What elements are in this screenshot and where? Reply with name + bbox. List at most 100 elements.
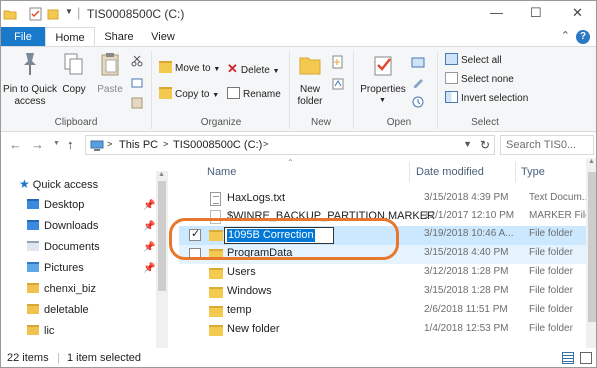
refresh-icon[interactable]: ↻: [480, 138, 490, 152]
nav-item-lic[interactable]: lic: [27, 321, 54, 341]
breadcrumb-drive[interactable]: TIS0008500C (C:): [173, 139, 262, 151]
pin-icon[interactable]: 📌: [143, 200, 155, 211]
paste-button[interactable]: Paste: [93, 51, 127, 96]
file-list-scrollbar-thumb[interactable]: [588, 172, 596, 322]
file-row[interactable]: New folder 1/4/2018 12:53 PM File folder: [179, 321, 589, 340]
scissors-icon[interactable]: [131, 55, 143, 67]
large-icons-view-icon[interactable]: [580, 352, 592, 364]
move-to-label: Move to: [175, 63, 211, 74]
pin-icon[interactable]: 📌: [143, 263, 155, 274]
nav-item-label: Documents: [44, 241, 100, 253]
copy-button[interactable]: Copy: [59, 51, 89, 96]
new-item-icon[interactable]: [331, 55, 345, 69]
recent-locations-icon[interactable]: ▼: [53, 140, 60, 147]
move-to-button[interactable]: Move to ▼: [159, 61, 220, 77]
column-header-date-modified[interactable]: Date modified: [416, 160, 516, 184]
edit-icon[interactable]: [411, 75, 425, 89]
file-row[interactable]: temp 2/6/2018 11:51 PM File folder: [179, 302, 589, 321]
address-dropdown-icon[interactable]: ▼: [463, 139, 472, 149]
file-row[interactable]: ProgramData 3/15/2018 4:40 PM File folde…: [179, 245, 589, 264]
select-all-button[interactable]: Select all: [445, 53, 502, 69]
collapse-ribbon-icon[interactable]: ⌃: [561, 29, 570, 42]
address-bar[interactable]: > This PC > TIS0008500C (C:) > ▼ ↻: [85, 135, 495, 155]
file-row[interactable]: Users 3/12/2018 1:28 PM File folder: [179, 264, 589, 283]
nav-item-downloads[interactable]: Downloads: [27, 216, 98, 236]
select-none-label: Select none: [461, 74, 514, 85]
back-arrow-icon[interactable]: ←: [9, 137, 22, 152]
tab-home[interactable]: Home: [45, 27, 95, 47]
details-view-icon[interactable]: [562, 352, 574, 364]
invert-selection-button[interactable]: Invert selection: [445, 91, 528, 107]
forward-arrow-icon[interactable]: →: [31, 137, 44, 152]
rename-button[interactable]: Rename: [227, 87, 281, 103]
quick-access[interactable]: ★ Quick access: [19, 174, 98, 194]
delete-button[interactable]: ✕ Delete ▼: [227, 61, 280, 77]
nav-item-pictures[interactable]: Pictures: [27, 258, 84, 278]
history-icon[interactable]: [411, 95, 425, 109]
selection-status: 1 item selected: [67, 352, 141, 364]
tab-share[interactable]: Share: [99, 27, 139, 47]
file-type: File folder: [529, 304, 573, 315]
nav-scrollbar-thumb[interactable]: [158, 181, 166, 291]
pin-icon[interactable]: 📌: [143, 221, 155, 232]
easy-access-icon[interactable]: [331, 77, 345, 91]
file-row-selected[interactable]: 1095B Correction 3/19/2018 10:46 A... Fi…: [179, 226, 589, 245]
new-folder-label: New folder: [297, 84, 323, 107]
help-icon[interactable]: ?: [576, 30, 590, 44]
file-type: File folder: [529, 247, 573, 258]
scroll-up-icon[interactable]: ▲: [158, 171, 165, 178]
file-row[interactable]: HaxLogs.txt 3/15/2018 4:39 PM Text Docum…: [179, 190, 590, 209]
pin-icon[interactable]: 📌: [143, 242, 155, 253]
nav-item-deletable[interactable]: deletable: [27, 300, 89, 320]
rename-input[interactable]: 1095B Correction: [224, 227, 334, 244]
up-arrow-icon[interactable]: ↑: [67, 137, 74, 152]
nav-item-label: deletable: [44, 304, 89, 316]
column-header-name[interactable]: Name: [207, 160, 407, 184]
scroll-up-icon[interactable]: ▲: [588, 158, 595, 165]
search-input[interactable]: Search TIS0...: [500, 135, 594, 155]
minimize-button[interactable]: —: [490, 5, 503, 20]
file-row[interactable]: Windows 3/15/2018 1:28 PM File folder: [179, 283, 589, 302]
nav-item-desktop[interactable]: Desktop: [27, 195, 84, 215]
new-folder-button[interactable]: New folder: [295, 51, 325, 108]
copy-to-icon: [159, 87, 172, 100]
pin-to-quick-access-button[interactable]: Pin to Quick access: [3, 51, 57, 108]
rename-label: Rename: [243, 89, 281, 100]
maximize-button[interactable]: ☐: [530, 5, 542, 21]
open-icon[interactable]: [411, 55, 425, 69]
nav-item-documents[interactable]: Documents: [27, 237, 100, 257]
breadcrumb-this-pc[interactable]: This PC: [119, 139, 158, 151]
folder-icon[interactable]: [3, 7, 17, 21]
file-date: 3/15/2018 4:40 PM: [424, 247, 509, 258]
tab-view[interactable]: View: [143, 27, 183, 47]
column-header-type[interactable]: Type: [521, 160, 581, 184]
nav-item-label: chenxi_biz: [44, 283, 96, 295]
properties-check-icon[interactable]: [29, 7, 42, 21]
column-separator[interactable]: [409, 162, 410, 182]
copy-path-icon[interactable]: [131, 77, 143, 89]
copy-to-button[interactable]: Copy to ▼: [159, 87, 219, 103]
tab-file[interactable]: File: [1, 27, 45, 47]
properties-dropdown-icon[interactable]: ▼: [379, 97, 386, 104]
nav-item-label: lic: [44, 325, 55, 337]
nav-scrollbar[interactable]: ▲: [156, 171, 168, 349]
properties-button[interactable]: Properties: [359, 51, 407, 96]
properties-icon: [374, 56, 392, 76]
nav-item-chenxi-biz[interactable]: chenxi_biz: [27, 279, 96, 299]
paste-shortcut-icon[interactable]: [131, 97, 143, 109]
row-checkbox[interactable]: [189, 248, 201, 260]
nav-item-label: Desktop: [44, 199, 85, 211]
file-row[interactable]: $WINRE_BACKUP_PARTITION.MARKER 12/1/2017…: [179, 208, 591, 227]
customize-quick-access-icon[interactable]: ▼: [65, 7, 73, 16]
new-folder-quick-icon[interactable]: [47, 7, 59, 21]
close-button[interactable]: ✕: [572, 5, 583, 21]
row-checkbox[interactable]: [189, 227, 201, 241]
select-all-label: Select all: [461, 55, 502, 66]
select-none-button[interactable]: Select none: [445, 72, 514, 88]
column-separator[interactable]: [515, 162, 516, 182]
file-list-scrollbar[interactable]: ▲: [586, 158, 596, 348]
ribbon-separator: [289, 51, 290, 129]
invert-selection-label: Invert selection: [461, 93, 529, 104]
file-name: New folder: [227, 323, 280, 335]
select-group-label: Select: [471, 117, 499, 128]
